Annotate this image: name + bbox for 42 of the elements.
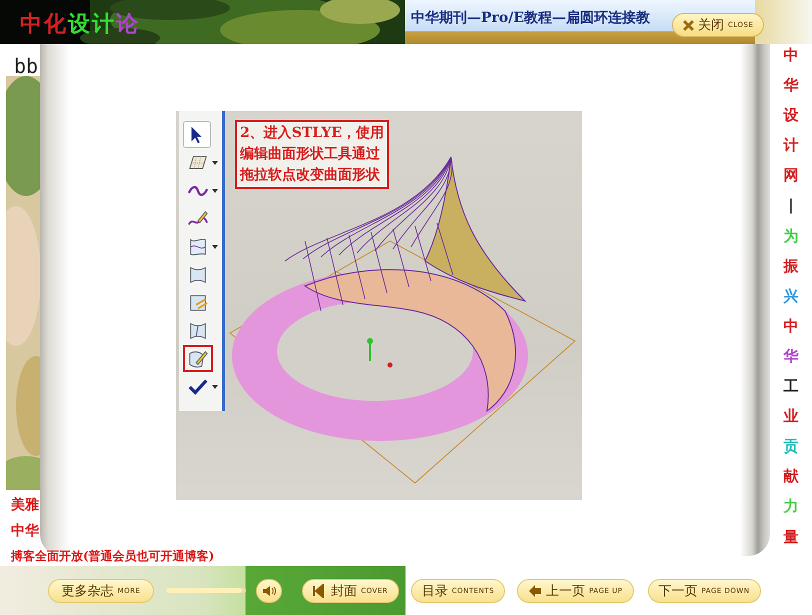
slogan-character: 兴 <box>784 286 798 307</box>
slogan-character: 振 <box>784 256 798 277</box>
logo-subtitle: bb <box>14 54 38 78</box>
speaker-icon <box>262 584 276 596</box>
tool-button[interactable] <box>183 345 213 372</box>
slogan-character: 贡 <box>784 436 798 458</box>
close-icon <box>683 20 694 30</box>
promo-text: 搏客全面开放(普通会员也可开通博客) <box>11 548 214 565</box>
slogan-character: 计 <box>784 135 798 156</box>
slogan-character: 网 <box>784 165 798 186</box>
annotation-text: 拖拉软点改变曲面形状 <box>240 166 381 185</box>
slogan-character: 工 <box>784 376 798 398</box>
dropdown-caret-icon <box>212 188 218 192</box>
promo-text: 美雅 <box>11 496 40 514</box>
annotation-text: 编辑曲面形状工具通过 <box>240 145 381 164</box>
slogan-character: 业 <box>784 406 798 428</box>
slogan-character: 量 <box>784 526 798 548</box>
tool-button[interactable] <box>183 121 211 148</box>
dropdown-caret-icon <box>212 160 218 164</box>
logo-character: 中 <box>20 10 42 39</box>
volume-button[interactable] <box>256 578 282 602</box>
magazine-title: 中华期刊—Pro/E教程—扁圆环连接教 <box>411 9 650 27</box>
logo-character: 化 <box>44 10 66 39</box>
slogan-character: 献 <box>784 466 798 488</box>
slogan-character: 为 <box>784 226 798 247</box>
slogan-character: 中 <box>784 45 798 66</box>
slogan-character: 设 <box>784 105 798 126</box>
promo-text: 中华 <box>11 522 40 540</box>
logo-character: 设 <box>68 10 90 39</box>
logo-character: 计 <box>92 10 114 39</box>
left-arrow-icon <box>528 584 542 598</box>
slogan-character: | <box>787 195 795 216</box>
dropdown-caret-icon <box>212 384 218 388</box>
skip-back-icon <box>313 584 327 598</box>
logo-character: 论 <box>116 10 138 39</box>
slogan-character: 力 <box>784 496 798 518</box>
slogan-character: 华 <box>784 346 798 367</box>
surface-curve-icon <box>187 236 209 258</box>
dropdown-caret-icon <box>212 244 218 248</box>
slogan-character: 中 <box>784 316 798 337</box>
slogan-character: 华 <box>784 75 798 96</box>
annotation-text: 2、进入STLYE，使用 <box>240 124 384 143</box>
